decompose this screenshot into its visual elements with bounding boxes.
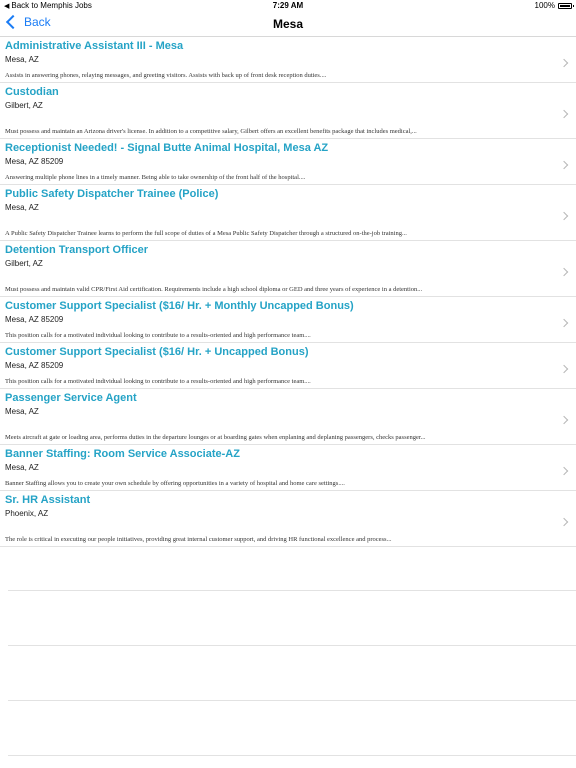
job-list-item[interactable]: Receptionist Needed! - Signal Butte Anim…: [0, 139, 576, 185]
job-list: Administrative Assistant III - Mesa Mesa,…: [0, 37, 576, 547]
chevron-right-icon: [559, 267, 569, 276]
job-title: Detention Transport Officer: [5, 244, 149, 256]
job-list-item[interactable]: Custodian Gilbert, AZ Must possess and mai…: [0, 83, 576, 139]
job-description: The role is critical in executing our pe…: [5, 536, 392, 543]
job-list-item[interactable]: Detention Transport Officer Gilbert, AZ Mu…: [0, 241, 576, 297]
job-location: Mesa, AZ: [5, 203, 39, 212]
job-location: Mesa, AZ: [5, 463, 39, 472]
job-description: Must possess and maintain an Arizona dri…: [5, 128, 417, 135]
job-location: Phoenix, AZ: [5, 509, 49, 518]
empty-row-divider: [8, 590, 576, 591]
job-description: Banner Staffing allows you to create you…: [5, 480, 345, 487]
job-title: Custodian: [5, 86, 59, 98]
chevron-right-icon: [559, 517, 569, 526]
job-list-item[interactable]: Customer Support Specialist ($16/ Hr. + …: [0, 343, 576, 389]
job-list-item[interactable]: Administrative Assistant III - Mesa Mesa,…: [0, 37, 576, 83]
job-title: Receptionist Needed! - Signal Butte Anim…: [5, 142, 329, 154]
job-location: Mesa, AZ: [5, 55, 39, 64]
empty-row-divider: [8, 755, 576, 756]
job-list-item[interactable]: Public Safety Dispatcher Trainee (Police…: [0, 185, 576, 241]
job-description: Meets aircraft at gate or loading area, …: [5, 434, 426, 441]
chevron-right-icon: [559, 415, 569, 424]
job-description: Must possess and maintain valid CPR/Firs…: [5, 286, 423, 293]
job-description: This position calls for a motivated indi…: [5, 332, 311, 339]
job-title: Customer Support Specialist ($16/ Hr. + …: [5, 346, 309, 358]
job-location: Gilbert, AZ: [5, 101, 43, 110]
job-description: Answering multiple phone lines in a time…: [5, 174, 306, 181]
job-description: A Public Safety Dispatcher Trainee learn…: [5, 230, 407, 237]
job-title: Sr. HR Assistant: [5, 494, 91, 506]
job-title: Public Safety Dispatcher Trainee (Police…: [5, 188, 219, 200]
job-title: Passenger Service Agent: [5, 392, 137, 404]
job-description: Assists in answering phones, relaying me…: [5, 72, 327, 79]
chevron-right-icon: [559, 109, 569, 118]
job-title: Customer Support Specialist ($16/ Hr. + …: [5, 300, 354, 312]
job-title: Banner Staffing: Room Service Associate-…: [5, 448, 240, 460]
job-location: Mesa, AZ: [5, 407, 39, 416]
job-list-item[interactable]: Banner Staffing: Room Service Associate-…: [0, 445, 576, 491]
battery-icon: [558, 2, 574, 9]
status-bar: ◀ Back to Memphis Jobs 7:29 AM 100%: [0, 0, 576, 12]
job-location: Mesa, AZ 85209: [5, 157, 64, 166]
job-title: Administrative Assistant III - Mesa: [5, 40, 184, 52]
battery-status: 100%: [534, 1, 574, 10]
job-list-item[interactable]: Passenger Service Agent Mesa, AZ Meets air…: [0, 389, 576, 445]
job-location: Gilbert, AZ: [5, 259, 43, 268]
empty-row-divider: [8, 700, 576, 701]
job-list-item[interactable]: Sr. HR Assistant Phoenix, AZ The role is c…: [0, 491, 576, 547]
page-title: Mesa: [272, 17, 304, 31]
job-list-item[interactable]: Customer Support Specialist ($16/ Hr. + …: [0, 297, 576, 343]
status-time: 7:29 AM: [272, 1, 304, 10]
job-location: Mesa, AZ 85209: [5, 315, 64, 324]
job-location: Mesa, AZ 85209: [5, 361, 64, 370]
battery-percent: 100%: [534, 1, 555, 10]
navigation-bar: Back Mesa: [0, 12, 576, 37]
job-description: This position calls for a motivated indi…: [5, 378, 311, 385]
empty-row-divider: [8, 645, 576, 646]
chevron-right-icon: [559, 211, 569, 220]
